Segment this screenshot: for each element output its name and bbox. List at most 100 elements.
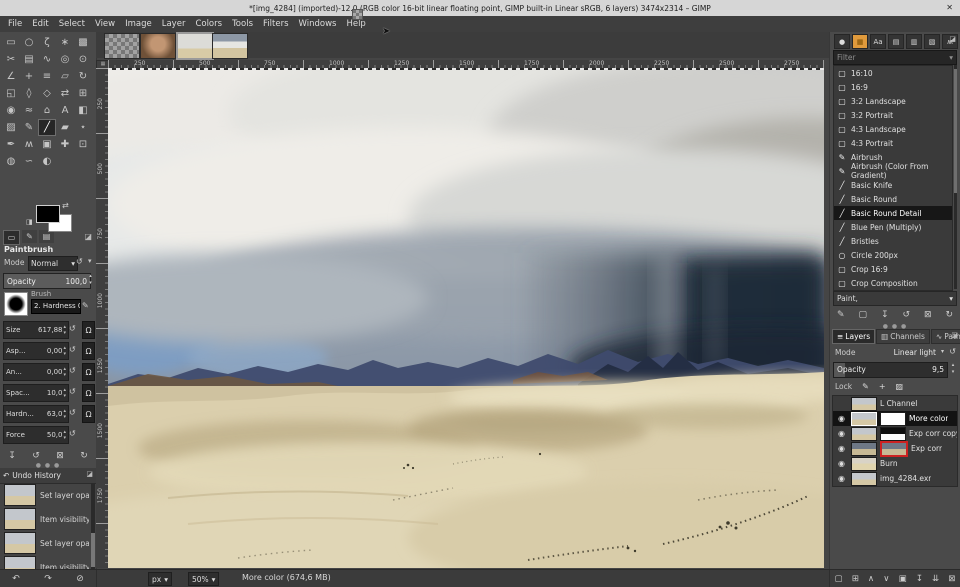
footer-icon[interactable]: ↻ (80, 451, 88, 461)
reset-value-icon[interactable]: ↺ (69, 429, 76, 438)
dock-tab[interactable]: ▥ Channels (876, 329, 930, 344)
tool-button[interactable]: ◱ (2, 85, 20, 102)
reset-value-icon[interactable]: ↺ (69, 387, 76, 396)
undo-scrollbar[interactable] (91, 483, 95, 570)
footer-icon[interactable]: ↺ (32, 451, 40, 461)
value-slider[interactable]: Force 50,0 ▴▾ (3, 426, 69, 444)
layer-button-icon[interactable]: ∧ (868, 574, 874, 584)
opacity-spinner[interactable]: ▴▾ (949, 362, 957, 376)
layer-button-icon[interactable]: ↧ (916, 574, 923, 584)
layer-thumbnail[interactable] (851, 472, 877, 486)
spinner-icon[interactable]: ▴▾ (63, 366, 66, 378)
tool-button[interactable]: ◉ (2, 102, 20, 119)
image-tab[interactable] (212, 33, 248, 59)
layer-mode-select[interactable]: Linear light (894, 348, 936, 357)
dock-tab[interactable]: ≡ Layers (832, 329, 875, 344)
dynamics-link-icon[interactable]: Ω (82, 321, 95, 339)
dynamics-link-icon[interactable]: Ω (82, 405, 95, 423)
lock-position-icon[interactable]: + (879, 382, 886, 391)
value-slider[interactable]: An... 0,00 ▴▾ (3, 363, 69, 381)
spinner-icon[interactable]: ▴▾ (63, 429, 66, 441)
value-slider[interactable]: Asp... 0,00 ▴▾ (3, 342, 69, 360)
tool-button[interactable]: ◧ (74, 102, 92, 119)
tool-preset-item[interactable]: ✎ Airbrush (Color From Gradient) (834, 164, 952, 178)
image-tab[interactable] (104, 33, 140, 59)
preset-toolbar-icon[interactable]: ⊠ (924, 310, 932, 320)
tool-preset-item[interactable]: ╱ Basic Round Detail (834, 206, 952, 220)
tool-button[interactable]: ◊ (20, 85, 38, 102)
layer-mask-thumbnail[interactable] (880, 427, 906, 441)
layer-row[interactable]: ◉ img_4284.exr (833, 471, 957, 486)
fg-bg-colors[interactable]: ⇄ ◨ (0, 202, 96, 230)
menu-item[interactable]: Windows (294, 17, 342, 32)
tool-button[interactable]: ⇄ (56, 85, 74, 102)
tool-preset-item[interactable]: ▢ Crop Composition (834, 276, 952, 290)
tool-button[interactable]: ∠ (2, 68, 20, 85)
tool-preset-item[interactable]: ▢ 4:3 Landscape (834, 122, 952, 136)
mode-select[interactable]: Normal ▾ (28, 256, 78, 271)
preset-toolbar-icon[interactable]: ✎ (837, 310, 845, 320)
layer-row[interactable]: ◉ More color (833, 411, 957, 426)
dock-tab[interactable]: ● (834, 34, 850, 49)
dock-menu-icon[interactable]: ◪ (84, 232, 92, 241)
spinner-icon[interactable]: ▴▾ (63, 387, 66, 399)
layer-thumbnail[interactable] (851, 427, 877, 441)
default-colors-icon[interactable]: ◨ (26, 218, 33, 226)
dock-tab[interactable]: ▧ (924, 34, 940, 49)
layer-button-icon[interactable]: ▢ (835, 574, 843, 584)
undo-step[interactable]: Item visibility (0, 555, 89, 570)
menu-item[interactable]: Filters (258, 17, 293, 32)
dock-menu-icon[interactable]: ◪ (949, 35, 956, 43)
tool-button[interactable]: ⊞ (74, 85, 92, 102)
tool-button[interactable]: ○ (20, 34, 38, 51)
value-slider[interactable]: Size 617,88 ▴▾ (3, 321, 69, 339)
reset-value-icon[interactable]: ↺ (69, 324, 76, 333)
tool-button[interactable]: ʍ (20, 136, 38, 153)
preset-scrollbar[interactable] (954, 65, 957, 289)
brush-preview[interactable] (4, 292, 28, 316)
tool-preset-item[interactable]: ▢ 3:2 Portrait (834, 108, 952, 122)
tool-button[interactable]: ≡ (38, 68, 56, 85)
layer-button-icon[interactable]: ⊠ (948, 574, 955, 584)
tool-preset-item[interactable]: ╱ Bristles (834, 234, 952, 248)
tool-button[interactable]: ▣ (38, 136, 56, 153)
tool-button[interactable]: ∽ (20, 153, 38, 170)
preset-toolbar-icon[interactable]: ▢ (858, 310, 867, 320)
tool-button[interactable]: ζ (38, 34, 56, 51)
layer-button-icon[interactable]: ⇊ (932, 574, 939, 584)
tool-button[interactable]: ▱ (56, 68, 74, 85)
layer-row[interactable]: ◉ Burn (833, 456, 957, 471)
layer-row[interactable]: ◉ L Channel (833, 396, 957, 411)
footer-icon[interactable]: ↧ (8, 451, 16, 461)
layer-mask-thumbnail[interactable] (880, 441, 908, 457)
layer-thumbnail[interactable] (851, 442, 877, 456)
chevron-down-icon[interactable]: ▾ (941, 348, 944, 355)
spinner-icon[interactable]: ▴▾ (63, 408, 66, 420)
menu-item[interactable]: Tools (227, 17, 258, 32)
tool-button[interactable]: ▰ (56, 119, 74, 136)
spinner-icon[interactable]: ▴▾ (63, 345, 66, 357)
menu-item[interactable]: Edit (27, 17, 53, 32)
layer-row[interactable]: ◉ Exp corr (833, 441, 957, 456)
spinner-icon[interactable]: ▴▾ (63, 324, 66, 336)
dynamics-link-icon[interactable]: Ω (82, 363, 95, 381)
tool-preset-item[interactable]: ▢ 3:2 Landscape (834, 94, 952, 108)
undo-menu-icon[interactable]: ◪ (86, 470, 93, 478)
visibility-eye-icon[interactable]: ◉ (835, 414, 848, 423)
layers-menu-icon[interactable]: ◪ (951, 331, 958, 339)
dock-tab[interactable]: Aa (870, 34, 886, 49)
menu-item[interactable]: Layer (157, 17, 191, 32)
layer-opacity-slider[interactable]: Opacity 9,5 (833, 362, 948, 378)
tool-button[interactable]: ≈ (20, 102, 38, 119)
undo-footer-icon[interactable]: ↷ (44, 574, 52, 584)
image-tab[interactable] (140, 33, 176, 59)
layer-thumbnail[interactable] (851, 457, 877, 471)
tool-preset-item[interactable]: ▢ 4:3 Portrait (834, 136, 952, 150)
visibility-eye-icon[interactable]: ◉ (835, 429, 848, 438)
layer-mask-thumbnail[interactable] (880, 412, 906, 426)
undo-step[interactable]: Set layer opacity (0, 483, 89, 507)
tool-button[interactable]: ∗ (56, 34, 74, 51)
undo-step[interactable]: Item visibility (0, 507, 89, 531)
tool-preset-item[interactable]: ▢ Crop 16:9 (834, 262, 952, 276)
tool-button[interactable]: ⋆ (74, 119, 92, 136)
